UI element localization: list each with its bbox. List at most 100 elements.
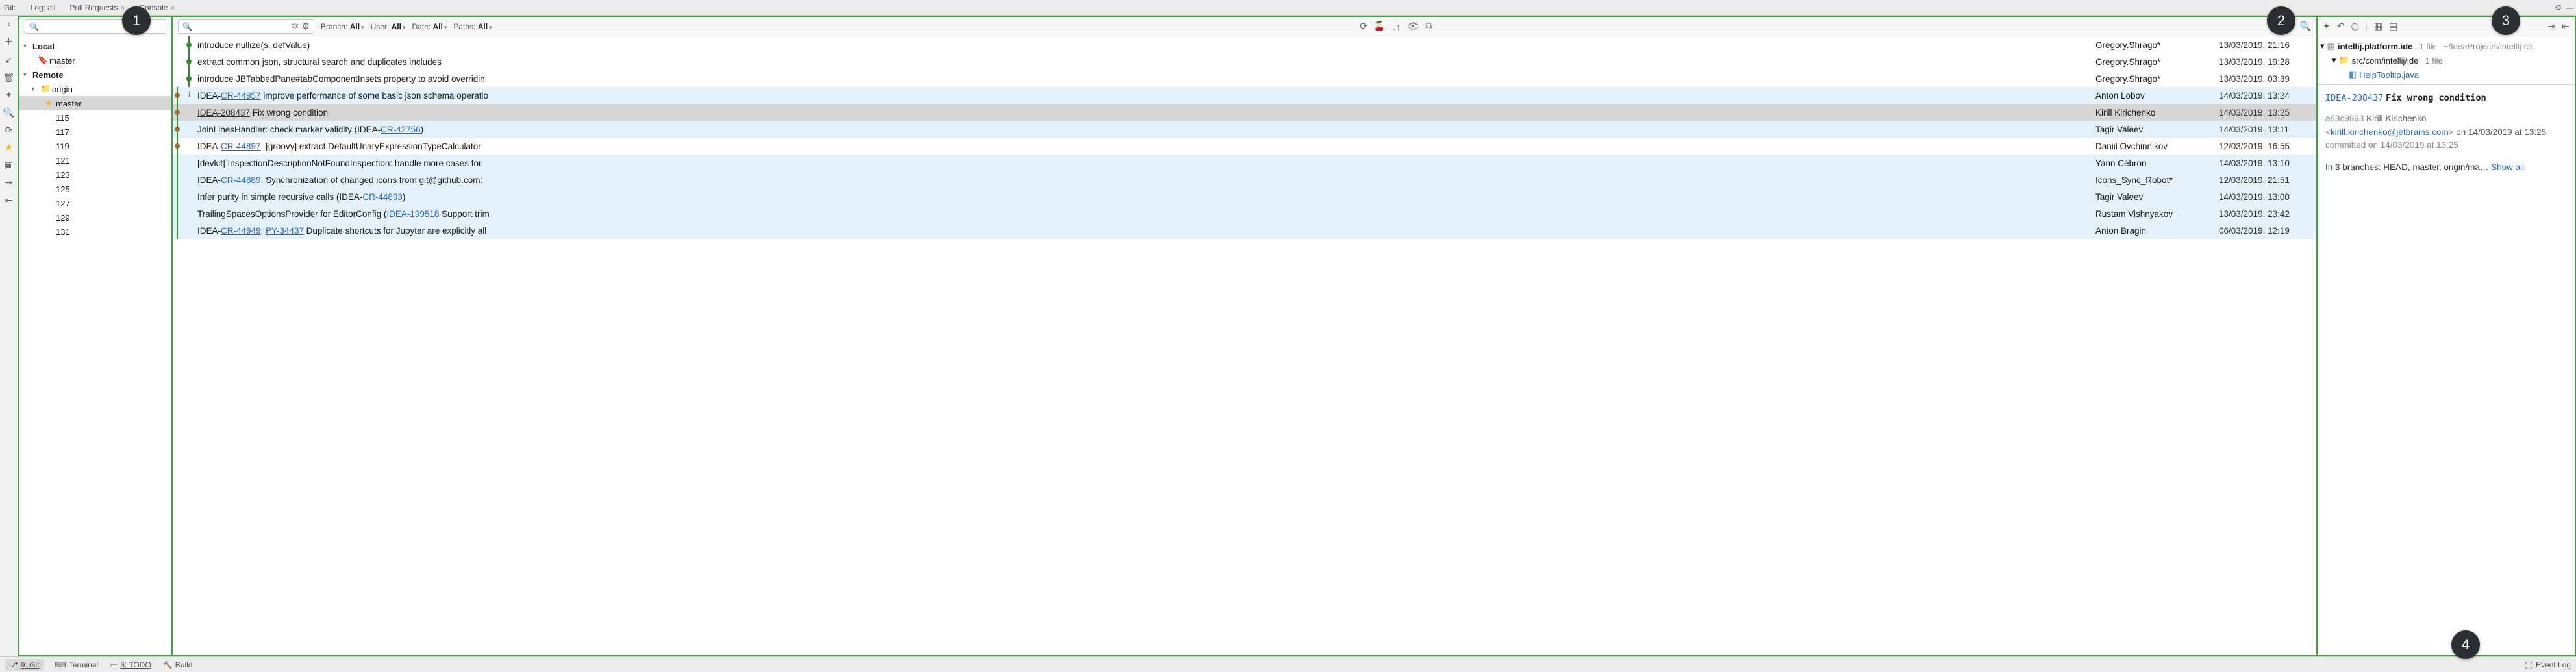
branch-ref[interactable]: 129 (56, 213, 70, 223)
chevron-left-icon[interactable]: ‹ (7, 18, 10, 29)
branches-pane: 🔍 ▾Local🔖master▾Remote▾📁origin★master115… (18, 16, 173, 656)
commit-row[interactable]: extract common json, structural search a… (173, 53, 2316, 70)
placeholder-icon[interactable]: ▣ (5, 160, 13, 171)
commit-issue-link[interactable]: IDEA-208437 (2325, 93, 2383, 103)
outdent-icon[interactable]: ⇤ (5, 195, 13, 206)
filter-paths-val: All (478, 22, 488, 31)
status-terminal[interactable]: ⌨ Terminal (55, 660, 99, 669)
filter-settings-icon[interactable]: ⚙ (301, 21, 310, 32)
status-terminal-label: Terminal (69, 660, 98, 669)
branch-ref[interactable]: 123 (56, 170, 70, 180)
details-pane: ✦ ↶ ◷ | ▦ ▤ ⇥ ⇤ ▾ ▧ intellij.platform.id… (2316, 16, 2576, 656)
refresh-icon[interactable]: ⟳ (1360, 21, 1368, 32)
branch-ref[interactable]: 127 (56, 199, 70, 208)
eye-icon[interactable]: 👁 (1407, 21, 1419, 32)
search-icon[interactable]: 🔍 (2300, 21, 2311, 32)
tab-log[interactable]: Log: all (31, 3, 56, 12)
status-todo[interactable]: ≔ 6: TODO (110, 660, 151, 669)
chevron-down-icon[interactable]: ▾ (2320, 41, 2325, 51)
branch-tree[interactable]: ▾Local🔖master▾Remote▾📁origin★master11511… (19, 36, 171, 655)
commit-row[interactable]: JoinLinesHandler: check marker validity … (173, 121, 2316, 138)
filter-branch[interactable]: Branch: All▾ (321, 22, 364, 31)
log-pane: 🔍 ✲ ⚙ Branch: All▾ User: All▾ Date: All▾… (173, 16, 2316, 656)
flatten-icon[interactable]: ▤ (2389, 21, 2397, 32)
branch-local-master[interactable]: master (49, 56, 75, 66)
branch-ref[interactable]: 117 (56, 127, 69, 137)
commit-row[interactable]: TrailingSpacesOptionsProvider for Editor… (173, 205, 2316, 222)
chevron-down-icon[interactable]: ▾ (2332, 55, 2336, 66)
callout-4: 4 (2451, 630, 2480, 659)
group-icon[interactable]: ▦ (2374, 21, 2382, 32)
commit-date: 13/03/2019, 03:39 (2219, 74, 2316, 84)
branch-ref[interactable]: 131 (56, 227, 70, 237)
module-name: intellij.platform.ide (2338, 42, 2413, 51)
commit-date: 13/03/2019, 21:16 (2219, 40, 2316, 50)
cherry-pick-icon[interactable]: 🍒 (1374, 21, 1385, 32)
status-todo-label: 6: TODO (120, 660, 151, 669)
compare-icon[interactable]: ✦ (5, 90, 13, 101)
minimize-icon[interactable]: — (2566, 3, 2573, 12)
commit-row[interactable]: IDEA-208437 Fix wrong condition Kirill K… (173, 104, 2316, 121)
commit-authored-on: on 14/03/2019 at 13:25 (2454, 127, 2547, 137)
open-tab-icon[interactable]: ⧉ (1425, 21, 1432, 32)
commit-row[interactable]: introduce nullize(s, defValue) Gregory.S… (173, 36, 2316, 53)
file-name[interactable]: HelpTooltip.java (2359, 70, 2419, 80)
dir-name: src/com/intellij/ide (2352, 56, 2419, 66)
add-icon[interactable]: ＋ (5, 35, 14, 48)
status-git[interactable]: ⎇ 9: Git (5, 659, 44, 671)
filter-paths[interactable]: Paths: All▾ (453, 22, 492, 31)
expand-icon[interactable]: ⇥ (2548, 21, 2556, 32)
commit-author: Icons_Sync_Robot* (2095, 175, 2219, 185)
remote-origin[interactable]: origin (52, 84, 73, 94)
branch-origin-master[interactable]: master (56, 99, 82, 108)
status-build[interactable]: 🔨 Build (163, 660, 193, 669)
collapse-icon[interactable]: ⇤ (2562, 21, 2570, 32)
filter-date-lbl: Date: (412, 22, 431, 31)
search-icon[interactable]: 🔍 (3, 107, 14, 118)
commit-row[interactable]: [devkit] InspectionDescriptionNotFoundIn… (173, 155, 2316, 171)
changed-files-tree[interactable]: ▾ ▧ intellij.platform.ide 1 file ~/IdeaP… (2318, 36, 2575, 85)
branch-ref[interactable]: 119 (56, 142, 69, 151)
indent-icon[interactable]: ⇥ (5, 177, 13, 188)
tab-pull-requests[interactable]: Pull Requests× (69, 3, 125, 12)
commit-email[interactable]: kirill.kirichenko@jetbrains.com (2331, 127, 2449, 137)
search-icon: 🔍 (29, 22, 39, 31)
branch-ref[interactable]: 115 (56, 113, 69, 123)
status-event-log[interactable]: ◯ Event Log (2525, 660, 2571, 669)
sort-icon[interactable]: ↓↑ (1392, 21, 1401, 32)
commit-author: Gregory.Shrago* (2095, 40, 2219, 50)
delete-icon[interactable]: 🗑 (3, 72, 15, 83)
commit-title: IDEA-208437 Fix wrong condition (2325, 92, 2567, 105)
close-icon[interactable]: × (120, 3, 125, 12)
history-icon[interactable]: ◷ (2351, 21, 2358, 32)
commit-list[interactable]: introduce nullize(s, defValue) Gregory.S… (173, 36, 2316, 655)
log-search[interactable]: 🔍 ✲ ⚙ (178, 19, 314, 34)
commit-row[interactable]: IDEA-CR-44897: [groovy] extract DefaultU… (173, 138, 2316, 155)
regex-icon[interactable]: ✲ (292, 21, 299, 32)
commit-date: 14/03/2019, 13:00 (2219, 192, 2316, 202)
checkout-icon[interactable]: ↙ (5, 55, 13, 66)
diff-icon[interactable]: ✦ (2323, 21, 2331, 32)
log-search-input[interactable] (195, 22, 289, 31)
refresh-icon[interactable]: ⟳ (5, 125, 13, 136)
branch-ref[interactable]: 125 (56, 184, 70, 194)
commit-committed-on: committed on 14/03/2019 at 13:25 (2325, 140, 2458, 150)
commit-author: Kirill Kirichenko (2366, 114, 2426, 123)
filter-date[interactable]: Date: All▾ (412, 22, 447, 31)
file-count: 1 file (2425, 56, 2442, 66)
show-all-branches[interactable]: Show all (2491, 162, 2524, 172)
star-icon[interactable]: ★ (5, 142, 13, 153)
commit-message: IDEA-CR-44957 improve performance of som… (197, 91, 2095, 101)
commit-message: introduce JBTabbedPane#tabComponentInset… (197, 74, 2095, 84)
gear-icon[interactable]: ⚙ (2555, 3, 2562, 12)
branch-ref[interactable]: 121 (56, 156, 70, 166)
commit-row[interactable]: Infer purity in simple recursive calls (… (173, 188, 2316, 205)
remote-label: Remote (32, 70, 64, 80)
commit-row[interactable]: introduce JBTabbedPane#tabComponentInset… (173, 70, 2316, 87)
commit-row[interactable]: IDEA-CR-44889: Synchronization of change… (173, 171, 2316, 188)
commit-row[interactable]: ↓ IDEA-CR-44957 improve performance of s… (173, 87, 2316, 104)
revert-icon[interactable]: ↶ (2337, 21, 2345, 32)
close-icon[interactable]: × (170, 3, 175, 12)
commit-row[interactable]: IDEA-CR-44949: PY-34437 Duplicate shortc… (173, 222, 2316, 239)
filter-user[interactable]: User: All▾ (371, 22, 406, 31)
